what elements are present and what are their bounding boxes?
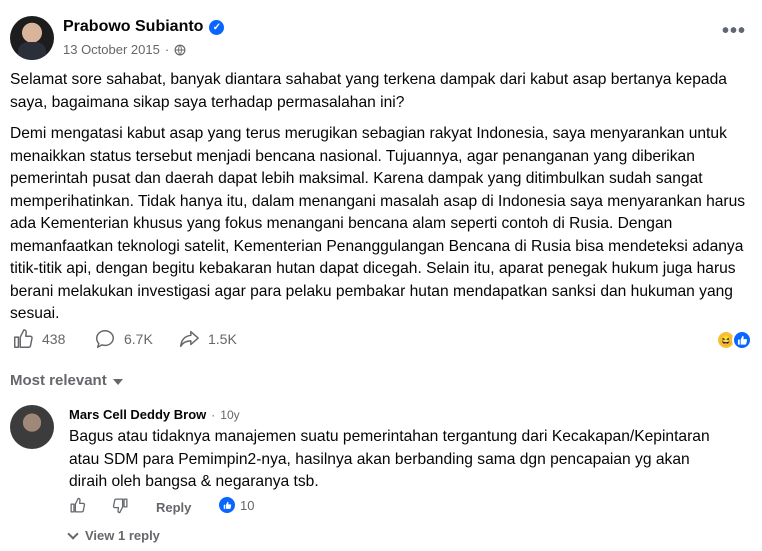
view-replies-label: View 1 reply	[85, 528, 160, 543]
globe-icon	[174, 44, 186, 55]
like-count: 438	[42, 331, 66, 347]
comment-dislike-button[interactable]	[112, 497, 129, 514]
like-reaction-icon	[219, 497, 235, 513]
more-options-icon[interactable]: •••	[722, 21, 746, 41]
comment-separator: ·	[211, 408, 216, 422]
comment-time[interactable]: 10y	[220, 408, 239, 422]
share-icon	[180, 330, 199, 348]
comment-header: Mars Cell Deddy Brow · 10y	[69, 407, 240, 422]
author-line: Prabowo Subianto ✓	[63, 18, 225, 36]
post-paragraph: Demi mengatasi kabut asap yang terus mer…	[10, 125, 746, 322]
post-date[interactable]: 13 October 2015	[63, 42, 160, 57]
comment-button[interactable]: 6.7K	[94, 328, 153, 350]
chevron-down-icon	[67, 527, 79, 540]
comment-actions: Reply 10	[69, 497, 469, 517]
thumbs-down-icon	[112, 498, 128, 514]
verified-badge-icon: ✓	[209, 19, 225, 35]
post-body: Selamat sore sahabat, banyak diantara sa…	[10, 69, 750, 335]
comment-count: 6.7K	[124, 331, 153, 347]
comment-reaction-count: 10	[240, 497, 255, 513]
caret-down-icon	[112, 379, 123, 385]
thumbs-up-icon	[70, 497, 86, 513]
author-avatar[interactable]	[10, 16, 54, 60]
author-name[interactable]: Prabowo Subianto	[63, 18, 203, 36]
comment-reactions[interactable]: 10	[219, 497, 254, 513]
like-reaction-icon	[732, 330, 752, 350]
post-meta: 13 October 2015 ·	[63, 42, 186, 57]
view-replies-link[interactable]: View 1 reply	[67, 527, 160, 543]
comment-like-button[interactable]	[69, 497, 86, 514]
comment-icon	[96, 330, 114, 348]
reaction-summary[interactable]: 😆	[716, 330, 752, 350]
reply-button[interactable]: Reply	[156, 500, 191, 515]
comment-text: Bagus atau tidaknya manajemen suatu peme…	[69, 428, 710, 490]
sort-label: Most relevant	[10, 372, 107, 389]
share-count: 1.5K	[208, 331, 237, 347]
comments-sort-dropdown[interactable]: Most relevant	[10, 372, 123, 389]
like-button[interactable]: 438	[12, 328, 65, 350]
post-actions: 438 6.7K 1.5K 😆	[12, 328, 752, 354]
post-header: Prabowo Subianto ✓ 13 October 2015 · •••	[10, 14, 752, 64]
meta-separator: ·	[164, 42, 170, 57]
post-paragraph: Selamat sore sahabat, banyak diantara sa…	[10, 71, 727, 111]
reply-label: Reply	[156, 500, 192, 515]
share-button[interactable]: 1.5K	[178, 328, 237, 350]
like-icon	[14, 329, 33, 348]
commenter-name[interactable]: Mars Cell Deddy Brow	[69, 407, 206, 422]
commenter-avatar[interactable]	[10, 405, 54, 449]
